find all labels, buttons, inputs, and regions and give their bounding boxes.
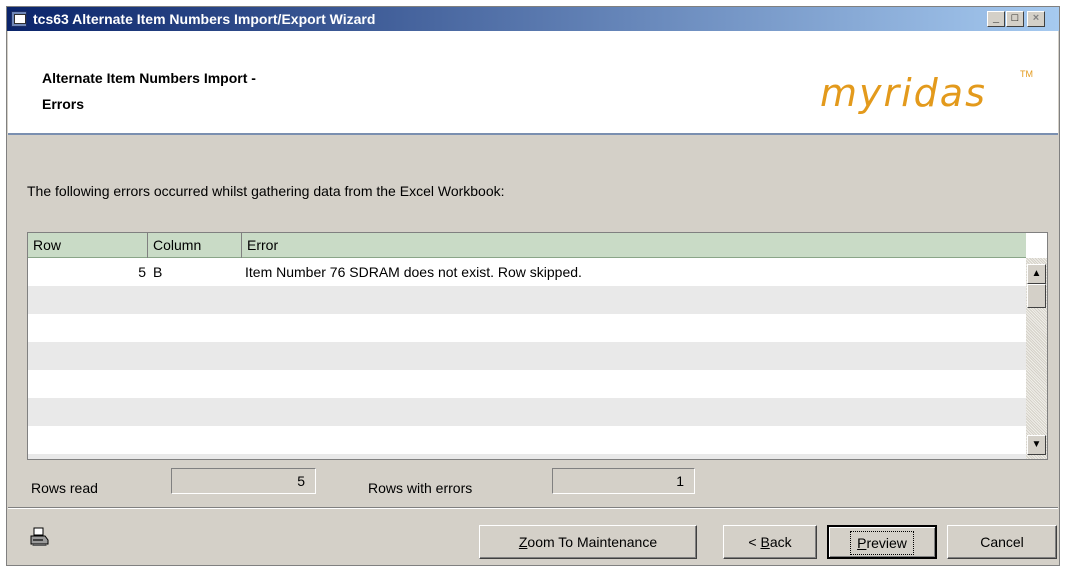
rows-read-label: Rows read (31, 480, 98, 496)
trademark-mark: TM (1020, 69, 1033, 79)
table-row-empty[interactable] (28, 370, 1026, 398)
grid-rows: 5 B Item Number 76 SDRAM does not exist.… (28, 258, 1026, 459)
back-label-rest: ack (769, 534, 792, 550)
maximize-button[interactable]: □ (1006, 11, 1024, 27)
minimize-button[interactable]: _ (987, 11, 1005, 27)
table-row-empty[interactable] (28, 426, 1026, 454)
table-row-empty[interactable] (28, 454, 1026, 459)
scroll-thumb[interactable] (1027, 284, 1046, 308)
wizard-window: tcs63 Alternate Item Numbers Import/Expo… (6, 6, 1060, 566)
preview-label-rest: review (866, 535, 907, 551)
table-row-empty[interactable] (28, 398, 1026, 426)
column-header-error[interactable]: Error (242, 233, 1026, 258)
grid-header: Row Column Error (28, 233, 1026, 258)
preview-focus-rect: Preview (850, 531, 914, 555)
column-header-column[interactable]: Column (148, 233, 242, 258)
errors-grid[interactable]: Row Column Error 5 B Item Number 76 SDRA… (27, 232, 1048, 460)
rows-read-value: 5 (171, 468, 316, 494)
table-row-empty[interactable] (28, 314, 1026, 342)
window-title: tcs63 Alternate Item Numbers Import/Expo… (33, 11, 376, 27)
table-row[interactable]: 5 B Item Number 76 SDRAM does not exist.… (28, 258, 1026, 286)
scroll-up-button[interactable]: ▲ (1027, 264, 1046, 284)
back-label-prefix: < (748, 534, 761, 550)
window-app-icon[interactable] (11, 11, 27, 27)
vertical-scrollbar[interactable]: ▲ ▼ (1026, 258, 1047, 459)
myridas-logo: myridas (820, 71, 987, 115)
rows-with-errors-label: Rows with errors (368, 480, 473, 496)
title-bar[interactable]: tcs63 Alternate Item Numbers Import/Expo… (7, 7, 1059, 31)
page-title-line1: Alternate Item Numbers Import - (42, 70, 256, 86)
cell-row-number: 5 (138, 264, 146, 280)
cell-column: B (153, 264, 163, 280)
printer-icon[interactable] (29, 527, 49, 547)
table-row-empty[interactable] (28, 286, 1026, 314)
zoom-label-rest: oom To Maintenance (527, 534, 658, 550)
wizard-header: Alternate Item Numbers Import - Errors m… (8, 31, 1058, 135)
back-button[interactable]: < Back (723, 525, 817, 559)
page-title: Alternate Item Numbers Import - Errors (42, 65, 256, 117)
cell-error: Item Number 76 SDRAM does not exist. Row… (245, 264, 582, 280)
rows-with-errors-value: 1 (552, 468, 695, 494)
zoom-to-maintenance-button[interactable]: Zoom To Maintenance (479, 525, 697, 559)
preview-button[interactable]: Preview (827, 525, 937, 559)
scroll-down-button[interactable]: ▼ (1027, 435, 1046, 455)
cancel-button[interactable]: Cancel (947, 525, 1057, 559)
column-header-row[interactable]: Row (28, 233, 148, 258)
error-message-text: The following errors occurred whilst gat… (27, 183, 505, 199)
table-row-empty[interactable] (28, 342, 1026, 370)
close-button[interactable]: × (1027, 11, 1045, 27)
back-mnemonic: B (760, 534, 770, 550)
page-title-line2: Errors (42, 96, 85, 112)
footer-separator (8, 507, 1058, 509)
